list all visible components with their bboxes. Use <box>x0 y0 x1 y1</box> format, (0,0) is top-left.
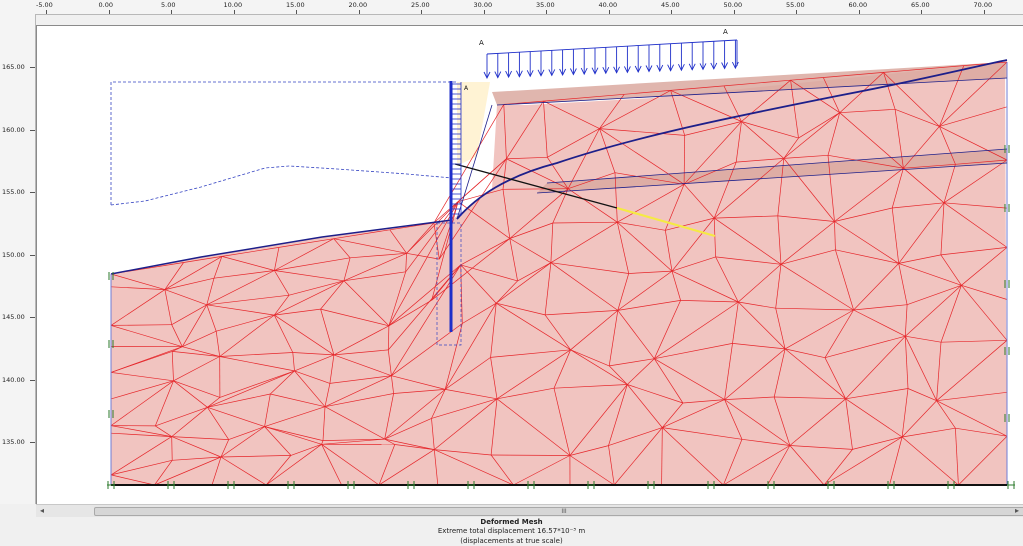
mesh-edge <box>171 436 173 461</box>
horizontal-scrollbar[interactable]: ◂ III ▸ <box>36 504 1023 517</box>
x-ruler-tick <box>108 10 110 14</box>
x-ruler-label: 65.00 <box>911 1 930 9</box>
caption-title: Deformed Mesh <box>480 518 543 526</box>
y-ruler-tick <box>30 317 35 318</box>
x-ruler-tick <box>921 10 922 14</box>
x-ruler-label: 45.00 <box>661 1 680 9</box>
x-ruler-tick <box>796 10 797 14</box>
x-ruler-label: 25.00 <box>411 1 430 9</box>
scroll-thumb[interactable]: III <box>94 507 1023 516</box>
excavation-wedge <box>457 82 490 166</box>
surface-load <box>483 39 739 80</box>
y-ruler-tick <box>30 192 35 193</box>
y-ruler-tick <box>30 254 35 256</box>
x-ruler-tick <box>171 10 172 14</box>
x-ruler-label: 20.00 <box>348 1 368 9</box>
caption-scale-note: (displacements at true scale) <box>460 537 563 545</box>
y-ruler-tick <box>30 379 35 381</box>
y-ruler-label: 160.00 <box>2 125 25 134</box>
x-ruler-label: 40.00 <box>598 1 618 9</box>
x-ruler-tick <box>608 10 610 14</box>
x-ruler-tick <box>733 10 735 14</box>
y-ruler-label: 150.00 <box>2 250 25 259</box>
y-ruler-tick <box>30 67 35 68</box>
x-ruler-tick <box>546 10 547 14</box>
x-ruler-label: 15.00 <box>286 1 305 9</box>
x-ruler-tick <box>983 10 985 14</box>
x-ruler-tick <box>421 10 422 14</box>
y-ruler-label: 135.00 <box>2 438 25 446</box>
y-ruler-tick <box>30 442 35 443</box>
x-ruler-label: 10.00 <box>223 1 243 9</box>
phreatic-line-dashed <box>110 165 453 206</box>
x-ruler-tick <box>296 10 297 14</box>
load-label-a-right: A <box>723 28 728 36</box>
x-ruler-tick <box>358 10 360 14</box>
soil-body <box>111 62 1007 485</box>
x-ruler-tick <box>233 10 235 14</box>
x-ruler-label: 70.00 <box>973 1 993 9</box>
y-ruler-label: 145.00 <box>2 313 25 321</box>
mesh-edge <box>491 454 570 456</box>
caption-displacement: Extreme total displacement 16.57*10⁻³ m <box>437 527 586 535</box>
scroll-right-arrow[interactable]: ▸ <box>1011 505 1023 517</box>
y-ruler-label: 140.00 <box>2 375 25 384</box>
x-ruler-tick <box>46 10 47 14</box>
x-ruler-tick <box>858 10 860 14</box>
y-ruler-label: 165.00 <box>2 63 25 71</box>
mesh-svg: A A A <box>107 28 1015 489</box>
x-ruler-tick <box>671 10 672 14</box>
x-ruler-label: 5.00 <box>161 1 176 9</box>
x-ruler-tick <box>483 10 485 14</box>
original-geometry-dashed <box>110 81 457 205</box>
left-ruler: 165.00 160.00 155.00 150.00 145.00 140.00 135.… <box>0 14 36 504</box>
load-top-line <box>486 39 738 55</box>
x-ruler-label: 55.00 <box>786 1 805 9</box>
x-ruler-label: -5.00 <box>36 1 53 9</box>
scroll-left-arrow[interactable]: ◂ <box>36 505 48 517</box>
x-ruler-label: 50.00 <box>723 1 743 9</box>
x-ruler-label: 60.00 <box>848 1 868 9</box>
x-ruler-label: 0.00 <box>98 1 113 9</box>
x-ruler-label: 30.00 <box>473 1 493 9</box>
drawing-canvas[interactable]: A A A <box>36 25 1023 504</box>
y-ruler-label: 155.00 <box>2 188 25 196</box>
top-ruler: -5.00 0.00 5.00 10.00 15.00 20.00 25.00 30.00 35… <box>0 0 1023 15</box>
y-ruler-tick <box>30 129 35 131</box>
output-caption: Deformed Mesh Extreme total displacement… <box>0 517 1023 546</box>
load-label-a-left: A <box>479 39 484 47</box>
x-ruler-label: 35.00 <box>536 1 555 9</box>
